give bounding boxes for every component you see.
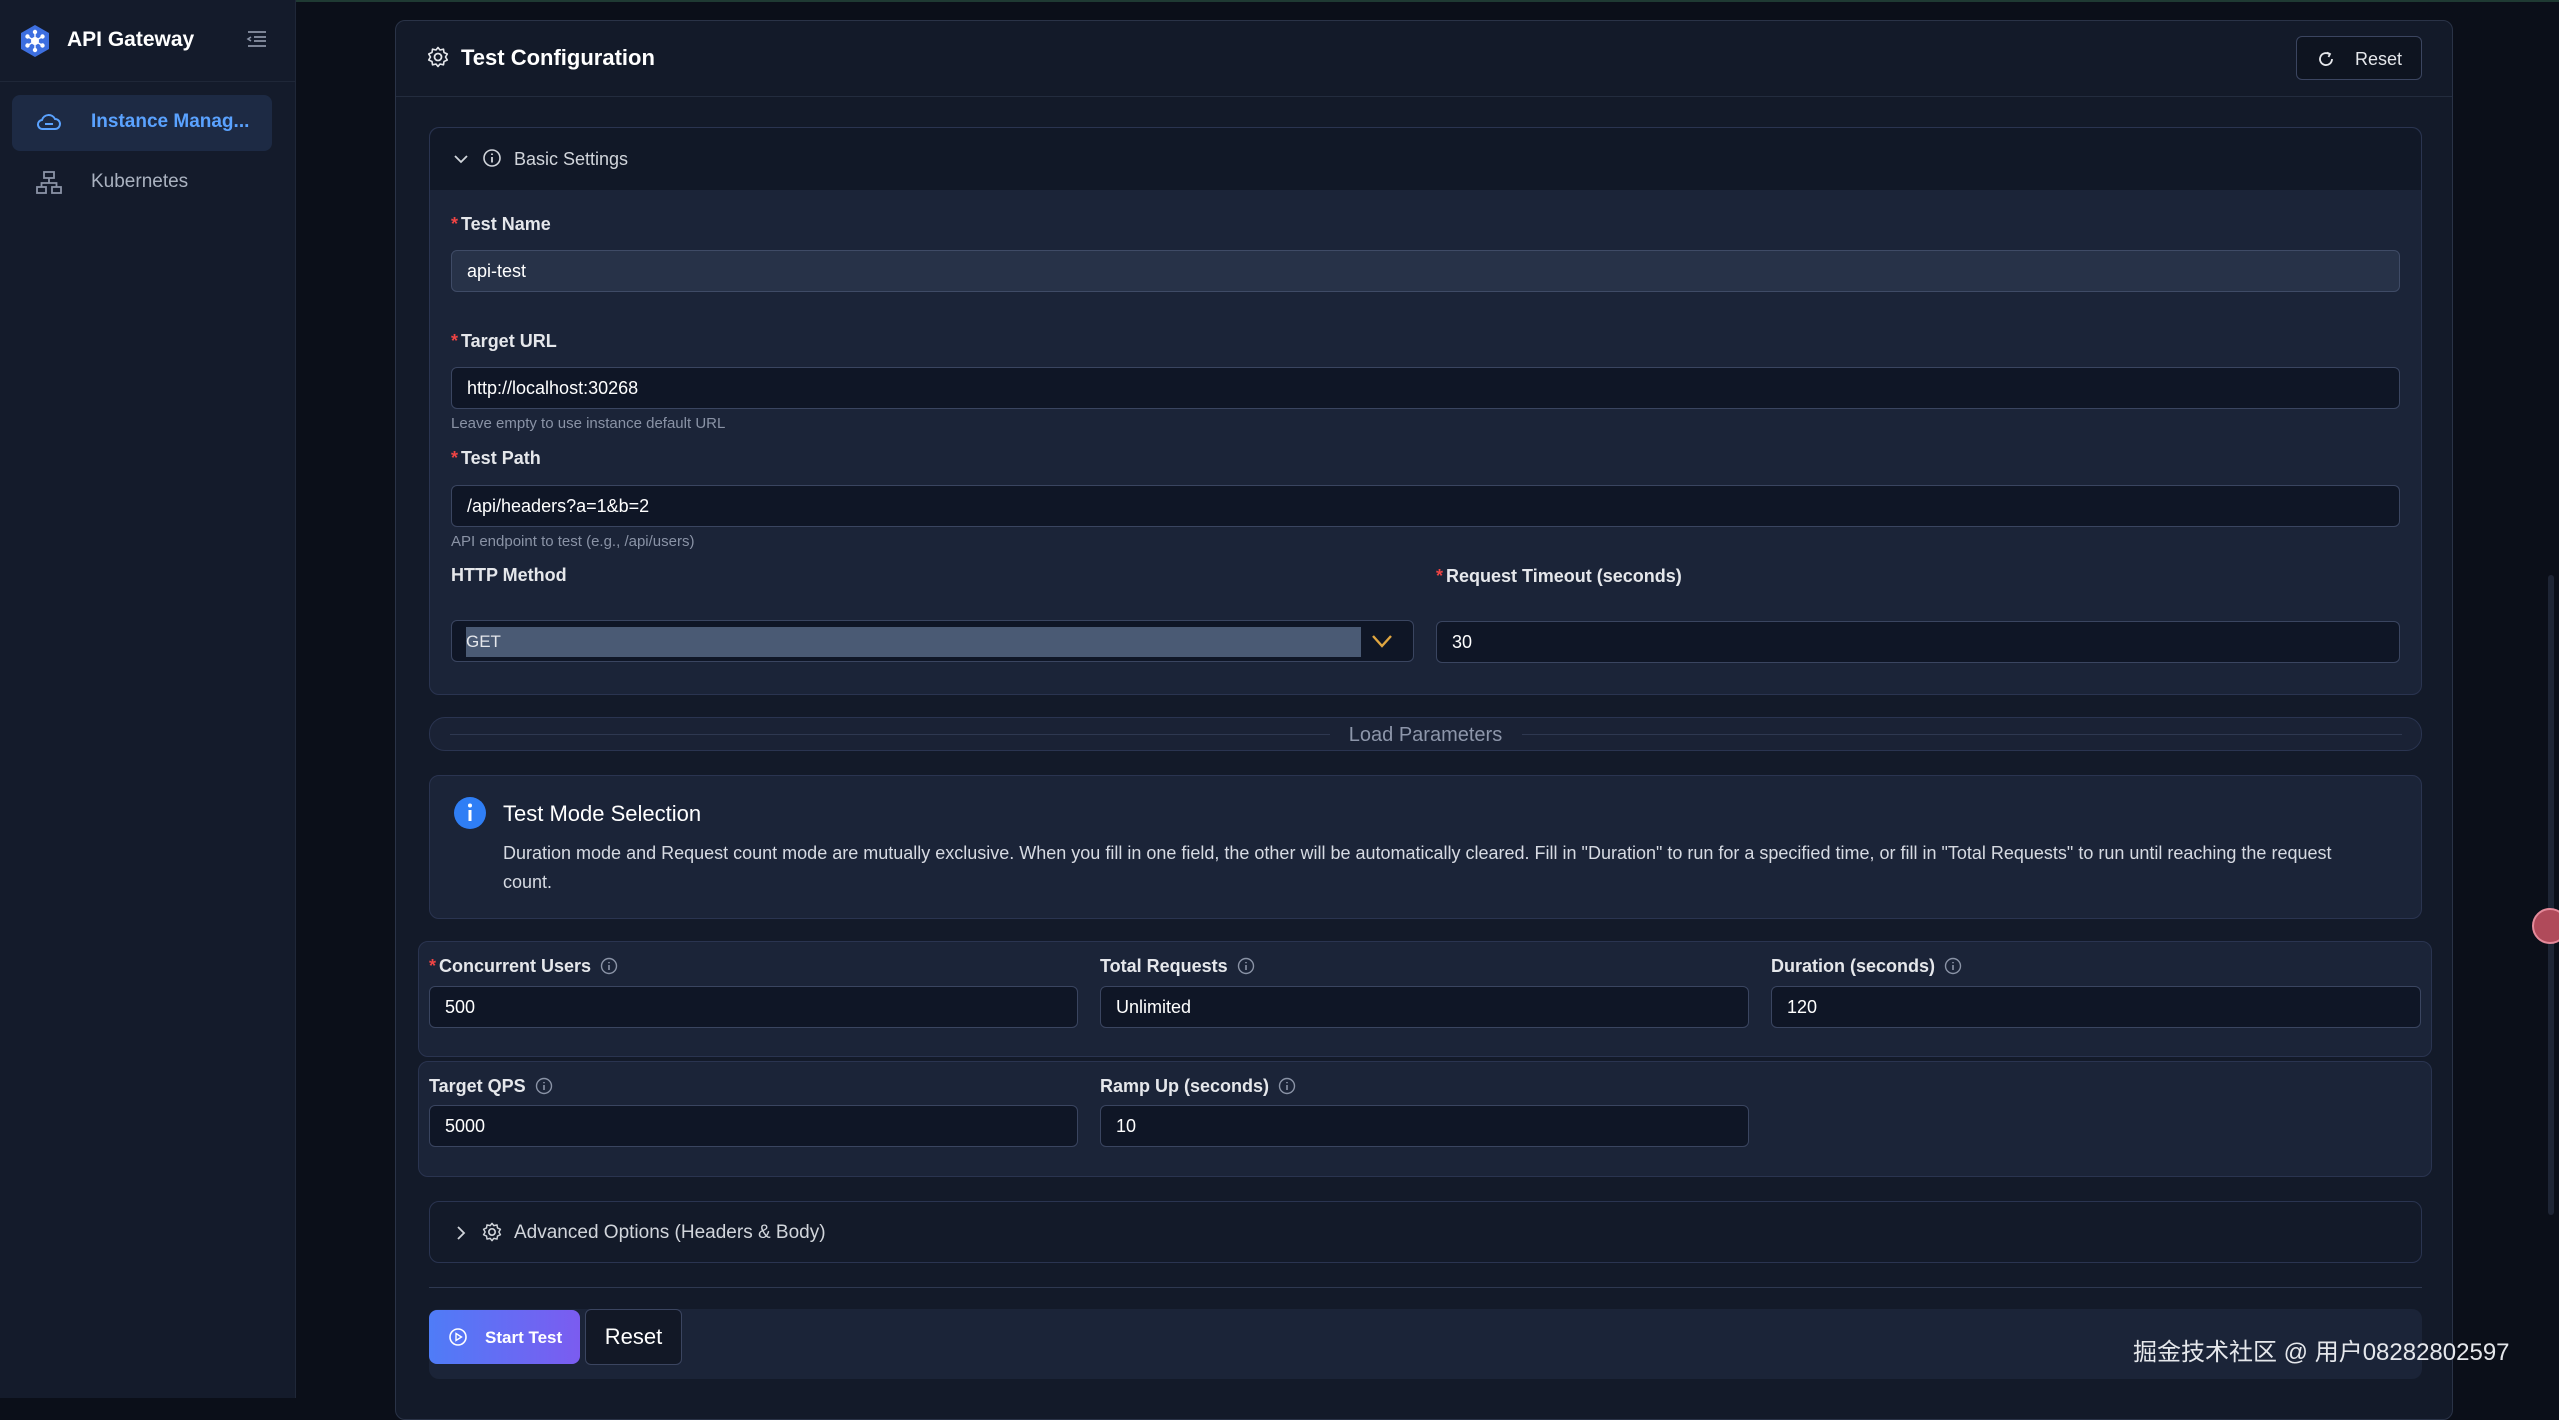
sidebar-item-label: Kubernetes: [91, 171, 189, 192]
basic-settings-toggle[interactable]: Basic Settings: [430, 128, 2421, 190]
cloud-icon: [36, 114, 61, 130]
refresh-icon: [2319, 51, 2333, 66]
target-url-help: Leave empty to use instance default URL: [451, 415, 726, 432]
total-requests-label: Total Requests: [1100, 956, 1255, 977]
test-path-help: API endpoint to test (e.g., /api/users): [451, 533, 695, 550]
chevron-right-icon: [457, 1226, 466, 1240]
reset-button[interactable]: Reset: [2296, 36, 2422, 80]
info-tooltip-icon[interactable]: [600, 957, 618, 975]
sidebar-item-label: Instance Manag...: [91, 111, 250, 132]
alert-title: Test Mode Selection: [503, 801, 702, 826]
request-timeout-label: * Request Timeout (seconds): [1436, 566, 1682, 587]
duration-input[interactable]: 120: [1771, 986, 2421, 1028]
brand-header: API Gateway: [0, 0, 296, 82]
app-title: API Gateway: [67, 28, 195, 51]
start-test-label: Start Test: [485, 1328, 563, 1347]
test-path-label-text: Test Path: [461, 448, 541, 468]
sidebar-item-kubernetes[interactable]: Kubernetes: [12, 155, 272, 211]
gear-icon: [482, 1222, 502, 1242]
concurrent-users-label-text: Concurrent Users: [439, 956, 592, 976]
advanced-options-toggle[interactable]: Advanced Options (Headers & Body): [429, 1201, 2422, 1263]
test-configuration-card: Test Configuration Reset Basic Settings …: [395, 20, 2453, 1420]
alert-body: Duration mode and Request count mode are…: [503, 843, 2332, 892]
advanced-options-title: Advanced Options (Headers & Body): [514, 1222, 826, 1243]
duration-label: Duration (seconds): [1771, 956, 1962, 977]
info-tooltip-icon[interactable]: [1237, 957, 1255, 975]
gear-icon: [427, 46, 449, 68]
cluster-icon: [36, 171, 62, 194]
test-path-label: * Test Path: [451, 448, 541, 469]
target-url-label-text: Target URL: [461, 331, 557, 351]
required-marker: *: [451, 214, 459, 234]
menu-collapse-icon[interactable]: [246, 28, 268, 50]
http-method-label: HTTP Method: [451, 565, 567, 585]
ramp-up-label: Ramp Up (seconds): [1100, 1076, 1296, 1097]
watermark-text: 掘金技术社区 @ 用户08282802597: [2133, 1339, 2510, 1366]
duration-label-text: Duration (seconds): [1771, 956, 1936, 976]
target-url-input[interactable]: http://localhost:30268: [451, 367, 2400, 409]
test-name-label-text: Test Name: [461, 214, 551, 234]
required-marker: *: [451, 448, 459, 468]
chevron-down-icon: [1372, 635, 1392, 648]
test-path-input[interactable]: /api/headers?a=1&b=2: [451, 485, 2400, 527]
target-url-label: * Target URL: [451, 331, 557, 352]
load-parameters-divider: Load Parameters: [429, 717, 2422, 751]
required-marker: *: [1436, 566, 1444, 586]
test-mode-alert: Test Mode Selection Duration mode and Re…: [429, 775, 2422, 919]
ramp-up-label-text: Ramp Up (seconds): [1100, 1076, 1270, 1096]
request-timeout-input[interactable]: 30: [1436, 621, 2400, 663]
total-requests-input[interactable]: Unlimited: [1100, 986, 1749, 1028]
info-tooltip-icon[interactable]: [535, 1077, 553, 1095]
test-name-input[interactable]: api-test: [451, 250, 2400, 292]
required-marker: *: [429, 956, 437, 976]
load-parameters-title: Load Parameters: [1348, 724, 1503, 746]
target-qps-input[interactable]: 5000: [429, 1105, 1078, 1147]
info-icon: [454, 797, 486, 829]
total-requests-label-text: Total Requests: [1100, 956, 1228, 976]
reset-button-label: Reset: [2355, 49, 2403, 69]
basic-settings-title: Basic Settings: [514, 149, 629, 169]
http-method-value: GET: [466, 627, 1361, 657]
page-scrollbar[interactable]: [2548, 575, 2554, 1215]
sidebar: API Gateway Instance Manag... Kubernetes: [0, 0, 296, 1398]
chevron-down-icon: [454, 155, 468, 164]
required-marker: *: [451, 331, 459, 351]
basic-settings-section: Basic Settings * Test Name api-test * Targ…: [429, 127, 2422, 695]
start-test-button[interactable]: Start Test: [429, 1310, 580, 1364]
action-bar: Start Test Reset: [429, 1309, 2422, 1379]
load-params-row-2: Target QPS 5000 Ramp Up (seconds) 10: [418, 1061, 2432, 1177]
info-tooltip-icon[interactable]: [1278, 1077, 1296, 1095]
top-accent-line: [0, 0, 2559, 2]
info-circle-icon: [483, 149, 501, 167]
concurrent-users-input[interactable]: 500: [429, 986, 1078, 1028]
play-circle-icon: [449, 1328, 467, 1346]
target-qps-label: Target QPS: [429, 1076, 553, 1097]
reset-form-button[interactable]: Reset: [585, 1309, 682, 1365]
ramp-up-input[interactable]: 10: [1100, 1105, 1749, 1147]
request-timeout-label-text: Request Timeout (seconds): [1446, 566, 1682, 586]
sidebar-item-instance-management[interactable]: Instance Manag...: [12, 95, 272, 151]
card-header: Test Configuration Reset: [396, 21, 2452, 97]
http-method-select[interactable]: GET: [451, 620, 1414, 662]
load-params-row-1: * Concurrent Users 500 Total Requests Unl…: [418, 941, 2432, 1057]
gateway-logo-icon: [21, 25, 49, 57]
concurrent-users-label: * Concurrent Users: [429, 956, 618, 977]
target-qps-label-text: Target QPS: [429, 1076, 526, 1096]
test-name-label: * Test Name: [451, 214, 551, 235]
floating-assistant-icon[interactable]: [2532, 908, 2559, 944]
info-tooltip-icon[interactable]: [1944, 957, 1962, 975]
divider: [429, 1287, 2422, 1288]
page-title: Test Configuration: [461, 45, 655, 70]
